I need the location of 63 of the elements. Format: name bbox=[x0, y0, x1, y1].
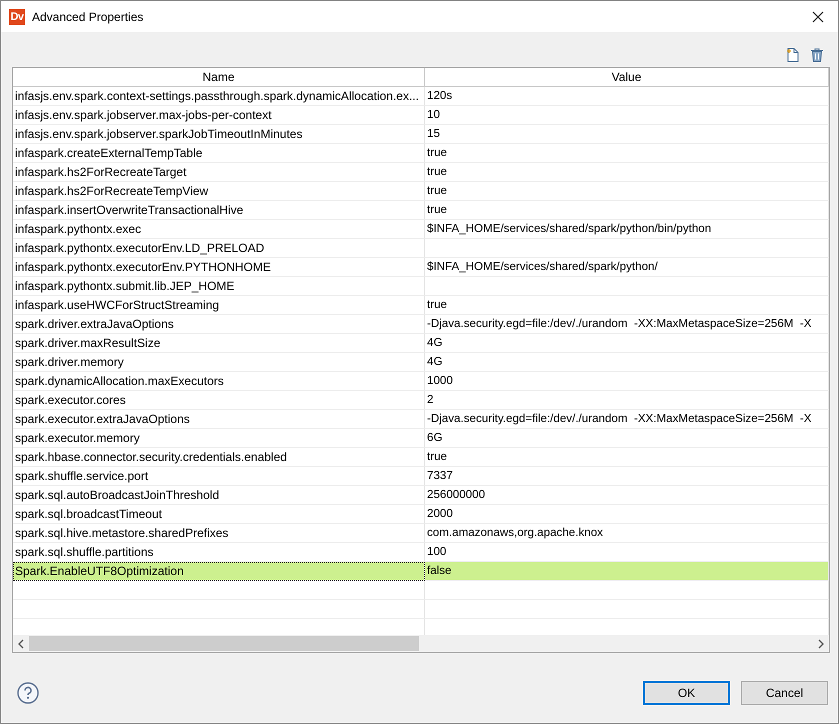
value-cell[interactable]: 10 bbox=[425, 106, 829, 125]
value-cell[interactable]: 4G bbox=[425, 353, 829, 372]
name-cell[interactable]: spark.executor.extraJavaOptions bbox=[13, 410, 425, 429]
value-cell[interactable]: true bbox=[425, 163, 829, 182]
name-cell[interactable]: spark.driver.extraJavaOptions bbox=[13, 315, 425, 334]
close-icon[interactable] bbox=[812, 10, 824, 22]
name-cell[interactable]: infaspark.useHWCForStructStreaming bbox=[13, 296, 425, 315]
name-cell[interactable]: spark.executor.memory bbox=[13, 429, 425, 448]
name-cell[interactable]: infaspark.pythontx.executorEnv.PYTHONHOME bbox=[13, 258, 425, 277]
name-cell[interactable]: Spark.EnableUTF8Optimization bbox=[13, 562, 425, 581]
value-cell[interactable]: true bbox=[425, 201, 829, 220]
name-cell[interactable]: spark.sql.autoBroadcastJoinThreshold bbox=[13, 486, 425, 505]
help-icon[interactable] bbox=[17, 682, 39, 704]
value-cell[interactable]: 7337 bbox=[425, 467, 829, 486]
name-cell[interactable]: spark.shuffle.service.port bbox=[13, 467, 425, 486]
value-cell[interactable] bbox=[425, 239, 829, 258]
value-cell[interactable]: 256000000 bbox=[425, 486, 829, 505]
cancel-button[interactable]: Cancel bbox=[741, 681, 828, 705]
ok-button[interactable]: OK bbox=[643, 681, 730, 705]
name-cell[interactable]: infasjs.env.spark.jobserver.max-jobs-per-context bbox=[13, 106, 425, 125]
value-cell[interactable]: true bbox=[425, 182, 829, 201]
value-cell[interactable]: false bbox=[425, 562, 829, 581]
value-cell[interactable]: 1000 bbox=[425, 372, 829, 391]
name-cell[interactable]: spark.executor.cores bbox=[13, 391, 425, 410]
value-cell[interactable]: 120s bbox=[425, 87, 829, 106]
new-document-icon[interactable] bbox=[786, 47, 800, 63]
column-header[interactable]: Name bbox=[13, 68, 425, 87]
horizontal-scrollbar[interactable] bbox=[13, 635, 829, 652]
name-cell[interactable]: spark.sql.hive.metastore.sharedPrefixes bbox=[13, 524, 425, 543]
value-cell[interactable]: 4G bbox=[425, 334, 829, 353]
value-cell[interactable]: true bbox=[425, 296, 829, 315]
name-cell[interactable]: spark.sql.broadcastTimeout bbox=[13, 505, 425, 524]
name-cell[interactable]: spark.driver.memory bbox=[13, 353, 425, 372]
name-cell[interactable]: infaspark.pythontx.submit.lib.JEP_HOME bbox=[13, 277, 425, 296]
value-cell[interactable]: com.amazonaws,org.apache.knox bbox=[425, 524, 829, 543]
scroll-right-icon[interactable] bbox=[817, 638, 825, 648]
name-cell[interactable]: infaspark.insertOverwriteTransactionalHive bbox=[13, 201, 425, 220]
trash-icon[interactable] bbox=[810, 47, 824, 63]
scroll-left-icon[interactable] bbox=[17, 638, 25, 648]
value-cell[interactable] bbox=[425, 277, 829, 296]
window-title: Advanced Properties bbox=[32, 10, 144, 24]
value-cell[interactable]: true bbox=[425, 448, 829, 467]
value-cell[interactable]: -Djava.security.egd=file:/dev/./urandom -XX:MaxMetaspaceSize=256M -X bbox=[425, 315, 829, 334]
value-cell[interactable]: 15 bbox=[425, 125, 829, 144]
value-cell[interactable]: -Djava.security.egd=file:/dev/./urandom -XX:MaxMetaspaceSize=256M -X bbox=[425, 410, 829, 429]
value-cell[interactable]: $INFA_HOME/services/shared/spark/python/bin/python bbox=[425, 220, 829, 239]
name-cell[interactable]: infasjs.env.spark.context-settings.passthrough.spark.dynamicAllocation.ex... bbox=[13, 87, 425, 106]
value-cell[interactable]: true bbox=[425, 144, 829, 163]
name-cell[interactable]: infaspark.pythontx.executorEnv.LD_PRELOAD bbox=[13, 239, 425, 258]
value-cell[interactable]: 2 bbox=[425, 391, 829, 410]
name-cell[interactable]: infaspark.createExternalTempTable bbox=[13, 144, 425, 163]
name-cell[interactable]: infaspark.pythontx.exec bbox=[13, 220, 425, 239]
name-cell[interactable]: infaspark.hs2ForRecreateTempView bbox=[13, 182, 425, 201]
column-header[interactable]: Value bbox=[425, 68, 829, 87]
value-cell[interactable]: 6G bbox=[425, 429, 829, 448]
name-cell[interactable]: spark.hbase.connector.security.credentials.enabled bbox=[13, 448, 425, 467]
name-cell[interactable]: spark.dynamicAllocation.maxExecutors bbox=[13, 372, 425, 391]
value-cell[interactable]: $INFA_HOME/services/shared/spark/python/ bbox=[425, 258, 829, 277]
value-cell[interactable]: 2000 bbox=[425, 505, 829, 524]
name-cell[interactable]: infasjs.env.spark.jobserver.sparkJobTimeoutInMinutes bbox=[13, 125, 425, 144]
name-cell[interactable]: infaspark.hs2ForRecreateTarget bbox=[13, 163, 425, 182]
name-cell[interactable]: spark.driver.maxResultSize bbox=[13, 334, 425, 353]
app-logo: Dv bbox=[9, 8, 25, 24]
